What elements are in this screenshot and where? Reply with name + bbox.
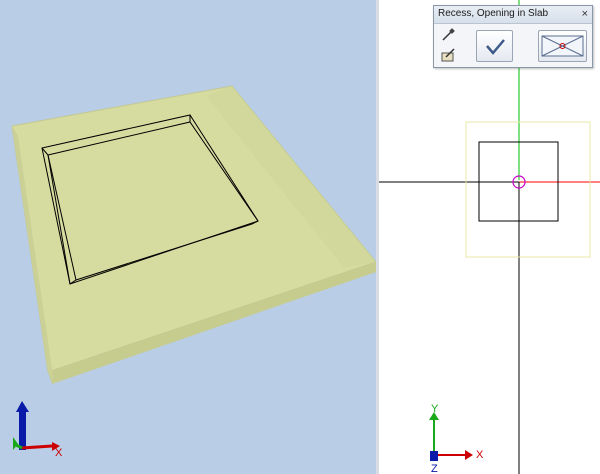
slab-3d-scene[interactable]: X (0, 0, 376, 474)
opening-type-icon (539, 31, 586, 61)
plan-view-2d[interactable]: Y X Z (379, 0, 600, 474)
axis-indicator-3d: X (13, 401, 63, 459)
match-parameters-icon[interactable] (440, 47, 456, 63)
z-axis-label-2d: Z (431, 463, 438, 474)
confirm-button[interactable] (476, 30, 513, 62)
palette-title: Recess, Opening in Slab (438, 8, 548, 19)
recess-opening-palette[interactable]: Recess, Opening in Slab × (433, 5, 593, 68)
x-axis-label-2d: X (476, 449, 484, 461)
axis-indicator-2d: Y X Z (429, 403, 484, 474)
y-axis-label-2d: Y (431, 403, 439, 415)
palette-titlebar[interactable]: Recess, Opening in Slab × (434, 6, 592, 24)
viewport-2d[interactable]: Y X Z (379, 0, 600, 474)
viewport-3d[interactable]: X (0, 0, 376, 474)
x-axis-label-3d: X (55, 447, 63, 459)
opening-type-button[interactable] (538, 30, 587, 62)
eyedropper-icon[interactable] (440, 27, 456, 43)
confirm-checkmark-icon (477, 31, 512, 61)
close-button[interactable]: × (582, 7, 588, 21)
